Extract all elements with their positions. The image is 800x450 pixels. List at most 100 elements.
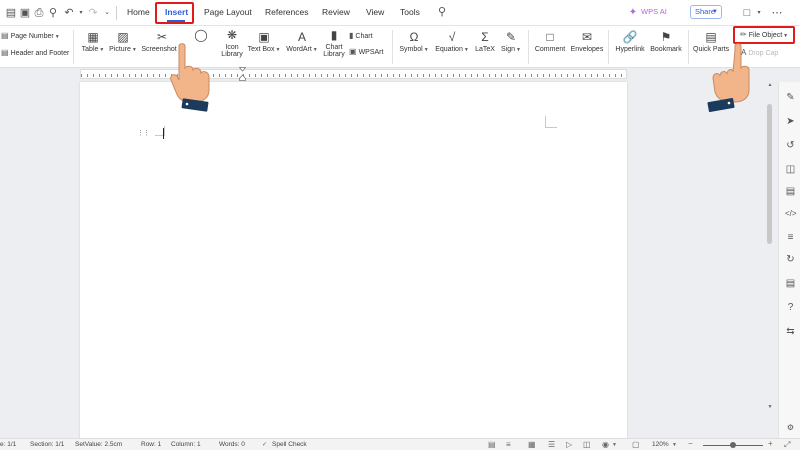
quick-access-divider bbox=[116, 6, 117, 20]
play-icon[interactable]: ▷ bbox=[566, 440, 572, 449]
save-icon[interactable]: ▣ bbox=[18, 6, 32, 20]
page-number-button[interactable]: ▤ Page Number▼ bbox=[1, 31, 60, 40]
help-icon[interactable]: ? bbox=[785, 302, 796, 313]
text-cursor bbox=[163, 128, 164, 139]
zoom-slider-handle[interactable] bbox=[730, 442, 736, 448]
word-count[interactable]: Words: 0 bbox=[219, 441, 245, 448]
zoom-level[interactable]: 120% bbox=[652, 441, 669, 448]
zoom-dropdown-icon[interactable]: ▼ bbox=[672, 442, 677, 448]
embed-code-icon[interactable]: </> bbox=[785, 208, 797, 219]
bookmark-button[interactable]: ⚑ Bookmark bbox=[649, 30, 683, 54]
hyperlink-button[interactable]: 🔗 Hyperlink bbox=[613, 31, 647, 54]
sign-button[interactable]: ✎ Sign▼ bbox=[499, 31, 523, 54]
tab-view[interactable]: View bbox=[366, 7, 384, 17]
layout-icon[interactable]: ▤ bbox=[785, 278, 796, 289]
tab-page-layout[interactable]: Page Layout bbox=[204, 7, 252, 17]
right-sidebar: ✎ ➤ ↺ ◫ ▤ </> ≡ ↻ ▤ ? ⇆ ⚙ bbox=[778, 82, 800, 438]
chevron-down-icon[interactable]: ▼ bbox=[612, 442, 617, 448]
text-box-label: Text Box bbox=[247, 46, 275, 53]
scroll-thumb[interactable] bbox=[767, 104, 772, 244]
tab-home[interactable]: Home bbox=[127, 7, 150, 17]
wpsart-label: WPSArt bbox=[358, 49, 384, 56]
document-icon[interactable]: ▤ bbox=[4, 6, 18, 20]
envelopes-button[interactable]: ✉ Envelopes bbox=[570, 31, 604, 54]
wps-ai-button[interactable]: WPS AI bbox=[641, 7, 667, 16]
lock-icon[interactable]: ◫ bbox=[785, 164, 796, 175]
chart-library-button[interactable]: ▮ Chart Library bbox=[322, 28, 346, 59]
wpsart-button[interactable]: ▣ WPSArt bbox=[349, 47, 383, 56]
search-icon[interactable]: ⚲ bbox=[435, 5, 449, 19]
comment-button[interactable]: □ Comment bbox=[533, 30, 567, 54]
fullscreen-icon[interactable]: ⤢ bbox=[784, 440, 790, 450]
document-page[interactable]: ⋮⋮ bbox=[80, 82, 627, 450]
comments-dropdown-icon[interactable]: ▾ bbox=[752, 6, 766, 20]
latex-button[interactable]: Σ LaTeX bbox=[474, 30, 496, 54]
picture-icon: ▨ bbox=[117, 30, 129, 44]
print-preview-icon[interactable]: ⚲ bbox=[46, 6, 60, 20]
transform-icon[interactable]: ↺ bbox=[785, 140, 796, 151]
table-button[interactable]: ▦ Table▼ bbox=[80, 30, 106, 54]
chart-button[interactable]: ▮ Chart bbox=[349, 31, 373, 40]
wordart-button[interactable]: A WordArt▼ bbox=[285, 31, 319, 54]
text-box-button[interactable]: ▣ Text Box▼ bbox=[247, 31, 281, 54]
scroll-down-icon[interactable]: ▼ bbox=[766, 404, 774, 410]
pointing-hand-icon bbox=[170, 43, 210, 112]
row-info: Row: 1 bbox=[141, 441, 162, 448]
horizontal-ruler[interactable] bbox=[80, 67, 627, 81]
ribbon-divider bbox=[528, 30, 529, 64]
page-count[interactable]: e: 1/1 bbox=[0, 441, 16, 448]
more-options-icon[interactable]: ⋯ bbox=[770, 6, 784, 20]
comment-icon: □ bbox=[546, 30, 554, 44]
header-footer-label: Header and Footer bbox=[10, 50, 70, 57]
equation-button[interactable]: √ Equation▼ bbox=[433, 31, 471, 54]
fit-page-icon[interactable]: ▢ bbox=[632, 440, 640, 449]
web-view-icon[interactable]: ☰ bbox=[548, 440, 555, 449]
outline-icon[interactable]: ≡ bbox=[506, 440, 511, 449]
select-cursor-icon[interactable]: ➤ bbox=[785, 116, 796, 127]
latex-icon: Σ bbox=[481, 30, 489, 44]
history-icon[interactable]: ↻ bbox=[785, 254, 796, 265]
share-button[interactable]: Share ▼ bbox=[690, 5, 722, 19]
chart-library-label-2: Library bbox=[323, 51, 345, 58]
symbol-button[interactable]: Ω Symbol▼ bbox=[398, 31, 430, 54]
picture-button[interactable]: ▨ Picture▼ bbox=[108, 30, 138, 54]
tab-references[interactable]: References bbox=[265, 7, 308, 17]
spell-check-button[interactable]: Spell Check bbox=[272, 441, 307, 448]
bookmark-icon: ⚑ bbox=[660, 30, 672, 44]
settings-sliders-icon[interactable]: ≡ bbox=[785, 232, 796, 243]
styles-icon[interactable]: ✎ bbox=[785, 92, 796, 103]
vertical-scrollbar[interactable]: ▲ ▼ bbox=[766, 82, 774, 438]
translate-icon[interactable]: ⇆ bbox=[785, 326, 796, 337]
chevron-down-icon: ▼ bbox=[275, 47, 281, 53]
chevron-down-icon: ▼ bbox=[423, 47, 429, 53]
zoom-in-icon[interactable]: + bbox=[768, 439, 773, 448]
focus-mode-icon[interactable]: ◫ bbox=[583, 440, 591, 449]
drag-handle-icon[interactable]: ⋮⋮ bbox=[137, 129, 150, 137]
indent-marker-icon[interactable] bbox=[239, 67, 246, 81]
picture-label: Picture bbox=[109, 46, 131, 53]
code-icon[interactable] bbox=[785, 184, 796, 195]
chart-library-label-1: Chart bbox=[325, 44, 343, 51]
scroll-up-icon[interactable]: ▲ bbox=[766, 82, 774, 88]
zoom-out-icon[interactable]: − bbox=[688, 439, 693, 448]
gear-icon[interactable]: ⚙ bbox=[785, 422, 796, 433]
eye-protection-icon[interactable]: ◉ bbox=[602, 440, 609, 449]
shapes-icon: ◯ bbox=[194, 28, 208, 42]
chart-library-icon: ▮ bbox=[330, 28, 338, 42]
print-icon[interactable]: ⎙ bbox=[32, 6, 46, 20]
symbol-label: Symbol bbox=[399, 46, 423, 53]
redo-icon[interactable]: ↷ bbox=[86, 6, 100, 20]
status-bar: e: 1/1 Section: 1/1 SetValue: 2.5cm Row:… bbox=[0, 438, 800, 450]
wps-ai-icon[interactable]: ✦ bbox=[626, 6, 640, 20]
document-view-icon[interactable]: ▤ bbox=[488, 440, 496, 449]
icon-library-button[interactable]: ❋ Icon Library bbox=[220, 29, 244, 59]
tab-review[interactable]: Review bbox=[322, 7, 350, 17]
chevron-down-icon: ▼ bbox=[131, 47, 137, 53]
chevron-down-icon: ▼ bbox=[99, 47, 105, 53]
tab-tools[interactable]: Tools bbox=[400, 7, 420, 17]
table-icon: ▦ bbox=[87, 30, 99, 44]
header-footer-button[interactable]: ▤ Header and Footer bbox=[1, 48, 69, 57]
page-view-icon[interactable]: ▦ bbox=[528, 440, 536, 449]
customize-quick-access-icon[interactable]: ⌄ bbox=[100, 6, 114, 20]
bookmark-label: Bookmark bbox=[650, 46, 682, 53]
